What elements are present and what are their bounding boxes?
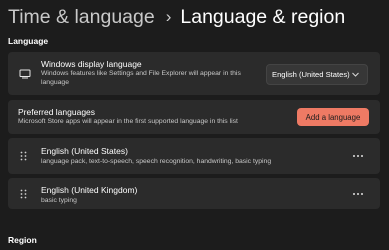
preferred-languages-description: Microsoft Store apps will appear in the … — [18, 118, 238, 125]
monitor-icon — [19, 69, 31, 79]
breadcrumb-parent-time-and-language[interactable]: Time & language — [8, 6, 155, 29]
language-name: English (United Kingdom) — [41, 185, 138, 195]
section-header-language: Language — [8, 36, 49, 46]
language-list-item-en-us[interactable]: English (United States) language pack, t… — [8, 138, 380, 174]
page-title: Language & region — [180, 5, 346, 28]
display-language-description: Windows features like Settings and File … — [41, 70, 241, 86]
chevron-down-icon — [352, 72, 359, 77]
language-name: English (United States) — [41, 146, 128, 156]
language-features: basic typing — [41, 197, 77, 204]
display-language-selected: English (United States) — [272, 70, 350, 79]
add-language-button[interactable]: Add a language — [297, 108, 369, 126]
display-language-dropdown[interactable]: English (United States) — [266, 64, 368, 85]
drag-handle-icon[interactable] — [20, 189, 27, 199]
breadcrumb-separator-icon: › — [165, 7, 172, 26]
drag-handle-icon[interactable] — [20, 151, 27, 161]
more-options-icon[interactable] — [352, 154, 364, 158]
preferred-languages-card: Preferred languages Microsoft Store apps… — [8, 100, 380, 134]
more-options-icon[interactable] — [352, 192, 364, 196]
language-list-item-en-gb[interactable]: English (United Kingdom) basic typing — [8, 178, 380, 209]
language-features: language pack, text-to-speech, speech re… — [41, 158, 272, 165]
display-language-title: Windows display language — [41, 59, 142, 69]
settings-page: Time & language › Language & region Lang… — [0, 0, 389, 250]
display-language-card: Windows display language Windows feature… — [8, 52, 380, 95]
breadcrumb: Time & language › Language & region — [8, 4, 345, 30]
section-header-region: Region — [8, 235, 37, 245]
preferred-languages-title: Preferred languages — [18, 107, 96, 117]
